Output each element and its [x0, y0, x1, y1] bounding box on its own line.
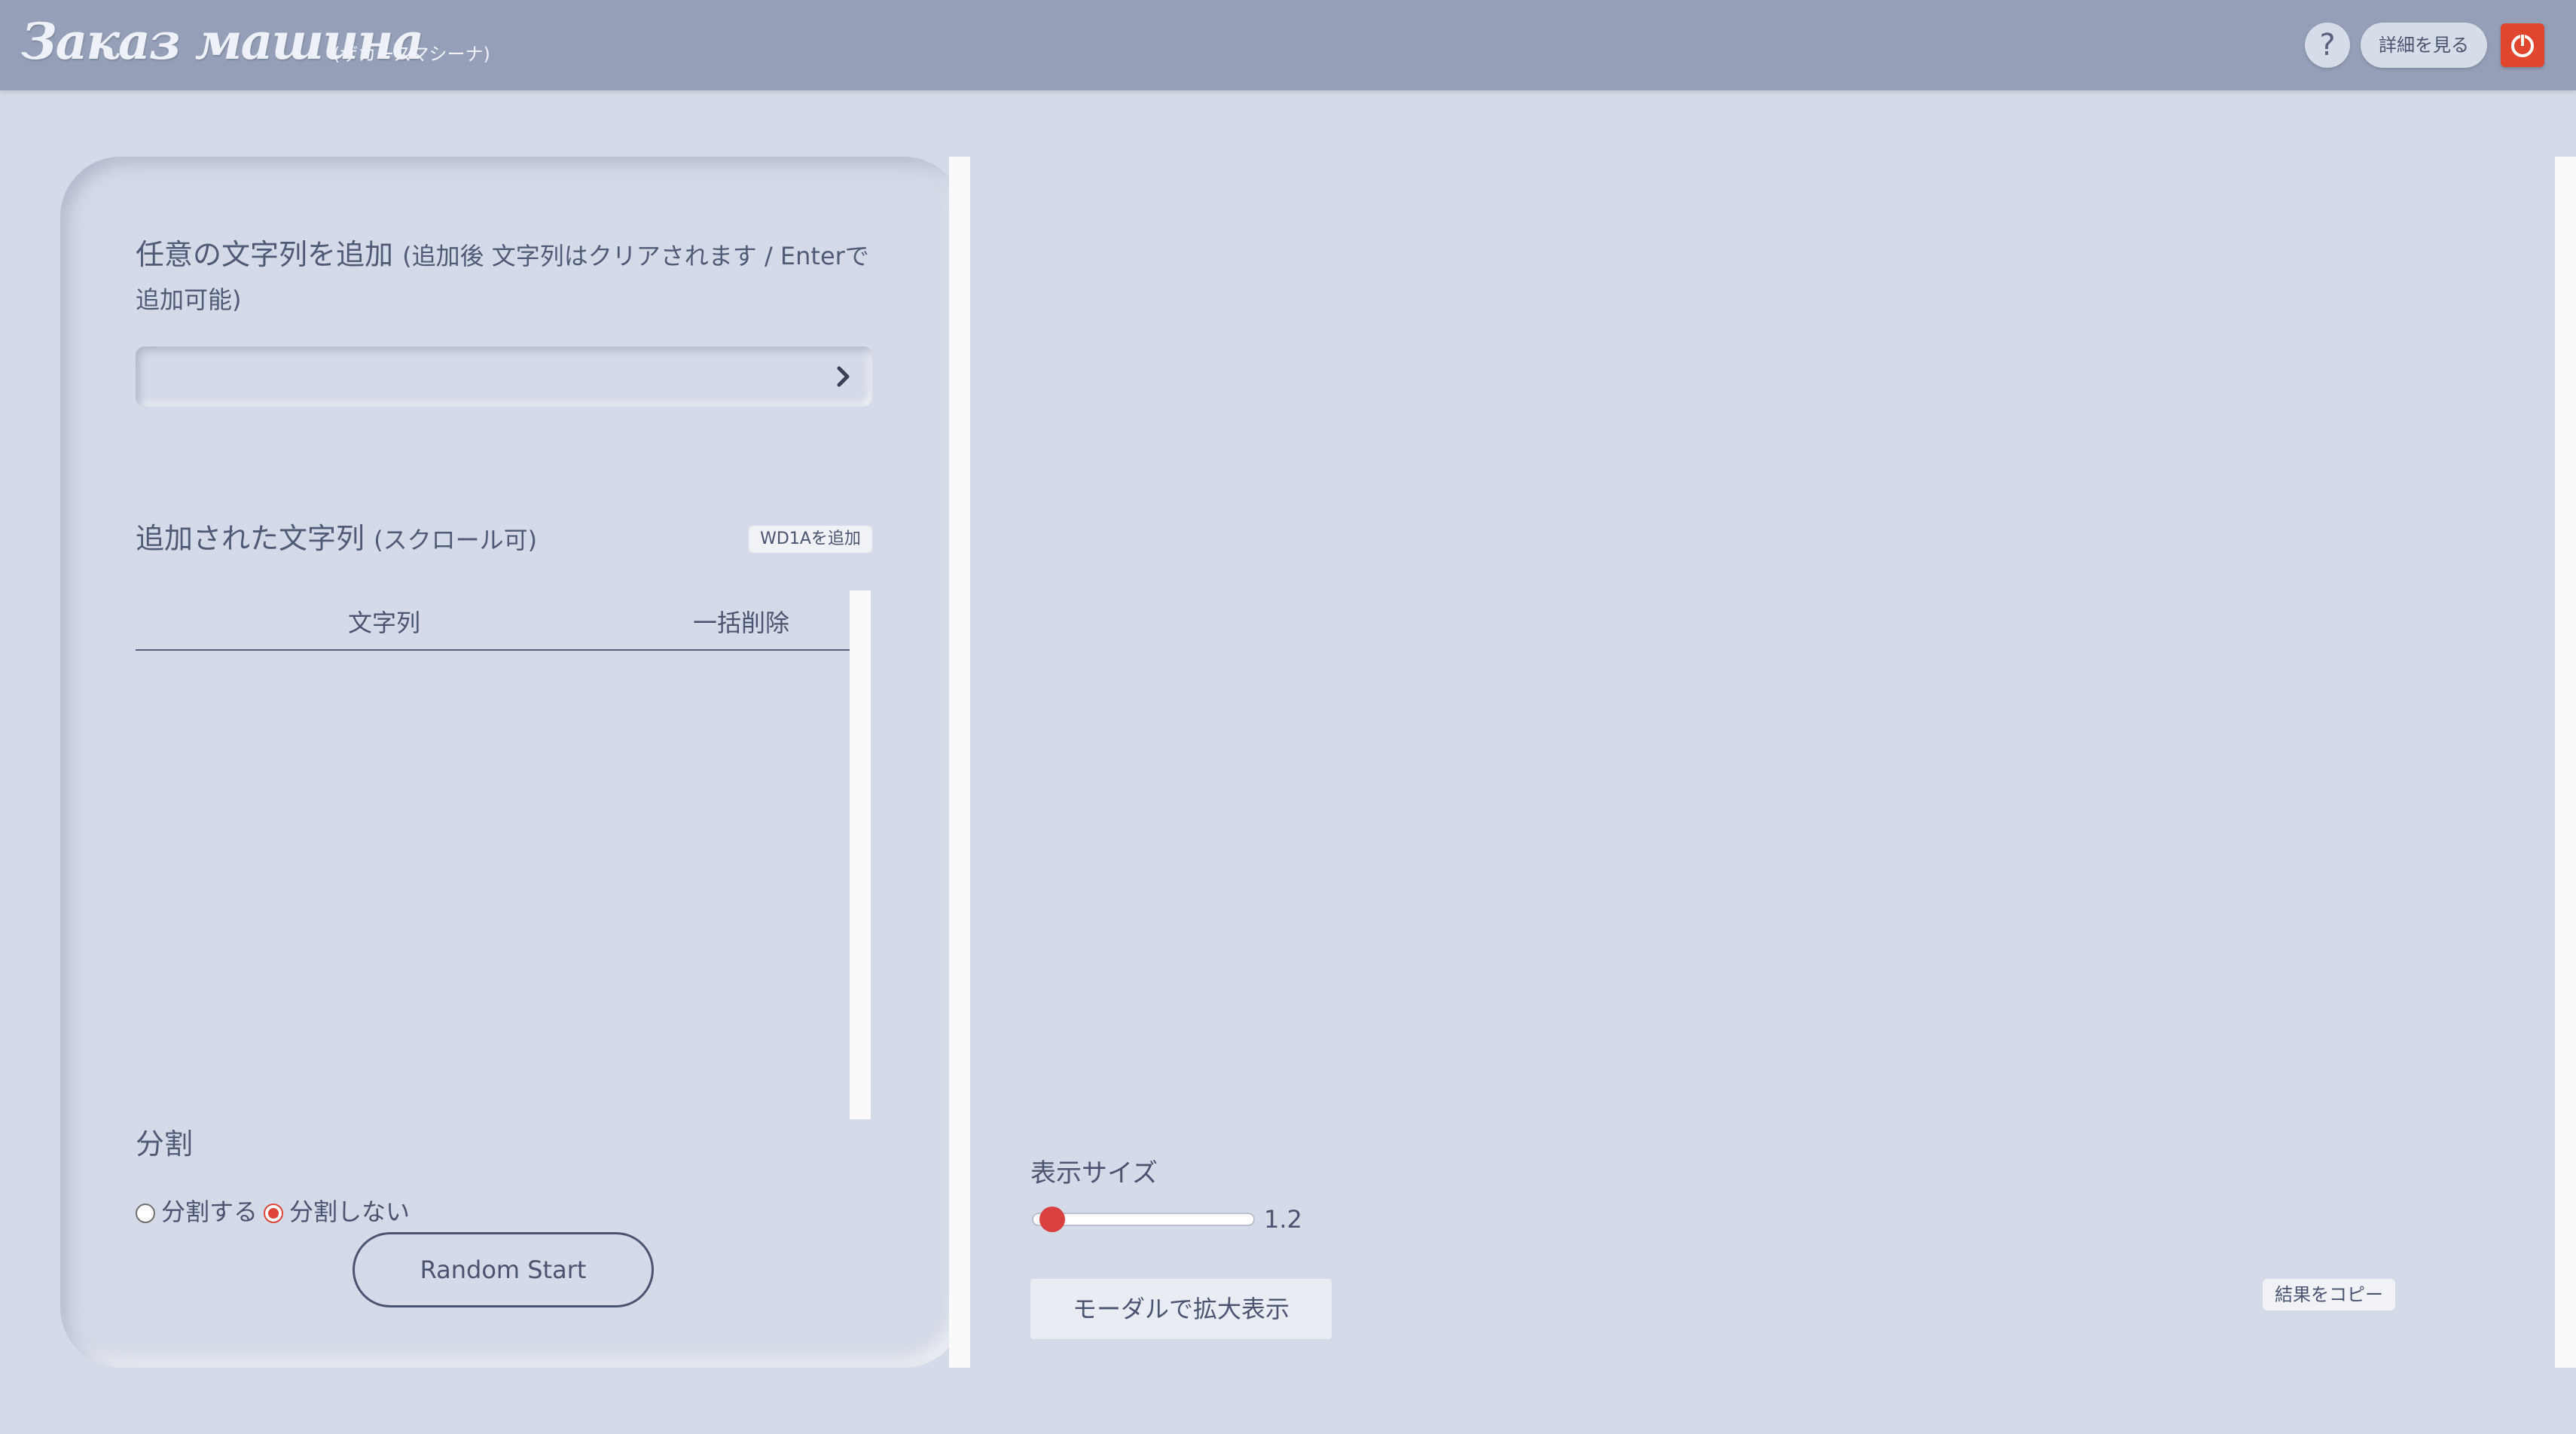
strings-table-header: 文字列 一括削除 — [136, 587, 850, 651]
display-size-slider[interactable] — [1032, 1207, 1255, 1232]
app-header: Заказ машина (ザカースマシーナ) ? 詳細を見る — [0, 0, 2576, 90]
split-option-no[interactable]: 分割しない — [264, 1193, 410, 1228]
radio-label: 分割する — [161, 1198, 258, 1226]
panel-scrollbar[interactable] — [949, 157, 970, 1368]
power-button[interactable] — [2501, 23, 2544, 67]
app-logo-subtitle: (ザカースマシーナ) — [333, 44, 490, 65]
display-size-label: 表示サイズ — [1030, 1158, 1158, 1188]
random-start-button[interactable]: Random Start — [353, 1232, 654, 1307]
detail-button[interactable]: 詳細を見る — [2361, 23, 2487, 68]
slider-thumb[interactable] — [1039, 1207, 1065, 1232]
delete-all-button[interactable]: 一括削除 — [633, 604, 850, 639]
add-string-title: 任意の文字列を追加 — [136, 238, 394, 271]
added-strings-heading: 追加された文字列 (スクロール可) — [136, 520, 537, 559]
split-heading: 分割 — [136, 1127, 194, 1161]
chevron-right-icon[interactable] — [833, 365, 854, 389]
display-size-value: 1.2 — [1264, 1205, 1302, 1234]
help-button[interactable]: ? — [2305, 23, 2350, 68]
radio-split-yes[interactable] — [136, 1204, 155, 1223]
add-string-field — [136, 346, 872, 407]
add-wd1a-button[interactable]: WD1Aを追加 — [749, 526, 872, 553]
add-string-heading: 任意の文字列を追加 (追加後 文字列はクリアされます / Enterで追加可能) — [136, 233, 874, 321]
modal-zoom-button[interactable]: モーダルで拡大表示 — [1030, 1279, 1332, 1339]
radio-split-no[interactable] — [264, 1204, 283, 1223]
added-strings-note: (スクロール可) — [374, 526, 538, 554]
power-icon — [2511, 33, 2534, 57]
input-panel — [60, 157, 964, 1368]
split-option-yes[interactable]: 分割する — [136, 1193, 258, 1228]
radio-label: 分割しない — [289, 1198, 411, 1226]
result-scrollbar[interactable] — [2555, 157, 2576, 1368]
column-header-string: 文字列 — [347, 609, 420, 637]
added-strings-title: 追加された文字列 — [136, 522, 365, 555]
copy-result-button[interactable]: 結果をコピー — [2263, 1279, 2395, 1310]
string-input[interactable] — [151, 354, 798, 399]
list-scrollbar[interactable] — [850, 590, 871, 1119]
